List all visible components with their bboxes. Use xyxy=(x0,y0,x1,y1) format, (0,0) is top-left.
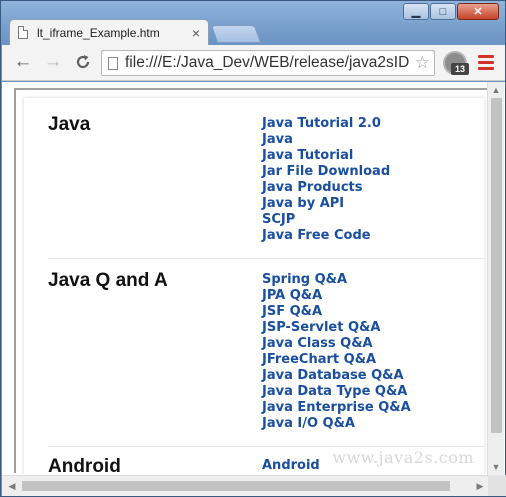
back-button[interactable]: ← xyxy=(12,51,34,73)
reload-button[interactable] xyxy=(72,51,94,73)
link-item[interactable]: Spring Q&A xyxy=(262,272,411,288)
document-icon xyxy=(18,26,28,39)
link-item[interactable]: Java Class Q&A xyxy=(262,336,411,352)
browser-toolbar: ← → file:///E:/Java_Dev/WEB/release/java… xyxy=(2,45,505,81)
section-heading: Android xyxy=(48,456,121,473)
window-controls: ▁ □ ✕ xyxy=(402,3,499,20)
maximize-button[interactable]: □ xyxy=(430,3,456,20)
new-tab-button[interactable] xyxy=(210,25,262,43)
link-list: Java Tutorial 2.0 Java Java Tutorial Jar… xyxy=(262,116,390,244)
link-item[interactable]: Java Database Q&A xyxy=(262,368,411,384)
horizontal-scroll-thumb[interactable] xyxy=(22,481,450,491)
section-heading: Java xyxy=(48,114,91,135)
link-item[interactable]: Java Enterprise Q&A xyxy=(262,400,411,416)
link-item[interactable]: Java Tutorial 2.0 xyxy=(262,116,390,132)
link-item[interactable]: Java Tutorial xyxy=(262,148,390,164)
link-item[interactable]: Java Products xyxy=(262,180,390,196)
browser-window: ▁ □ ✕ lt_iframe_Example.htm × ← → file:/… xyxy=(0,0,506,497)
reload-icon xyxy=(76,55,90,69)
tab-title: lt_iframe_Example.htm xyxy=(37,25,160,40)
link-item[interactable]: JPA Q&A xyxy=(262,288,411,304)
scrollbar-corner xyxy=(488,475,506,496)
watermark: www.java2s.com xyxy=(332,448,474,467)
vertical-scrollbar[interactable]: ▲ ▼ xyxy=(487,82,504,475)
iframe: Java Java Tutorial 2.0 Java Java Tutoria… xyxy=(14,88,488,473)
link-item[interactable]: JSP-Servlet Q&A xyxy=(262,320,411,336)
link-item[interactable]: Android xyxy=(262,458,320,473)
vertical-scroll-thumb[interactable] xyxy=(491,98,502,433)
link-item[interactable]: JSF Q&A xyxy=(262,304,411,320)
tab-strip: lt_iframe_Example.htm × xyxy=(9,19,309,45)
scroll-right-icon[interactable]: ▶ xyxy=(472,476,488,496)
link-item[interactable]: JFreeChart Q&A xyxy=(262,352,411,368)
address-bar[interactable]: file:///E:/Java_Dev/WEB/release/java2sID… xyxy=(101,50,435,76)
link-item[interactable]: Java I/O Q&A xyxy=(262,416,411,432)
link-item[interactable]: Java Data Type Q&A xyxy=(262,384,411,400)
divider xyxy=(48,258,484,259)
scroll-down-icon[interactable]: ▼ xyxy=(488,459,504,475)
extension-badge: 13 xyxy=(451,63,469,75)
divider xyxy=(48,446,484,447)
link-item[interactable]: Java xyxy=(262,132,390,148)
bookmark-star-icon[interactable]: ☆ xyxy=(411,53,434,73)
section-heading: Java Q and A xyxy=(48,270,168,291)
close-window-button[interactable]: ✕ xyxy=(457,3,499,20)
tab-active[interactable]: lt_iframe_Example.htm × xyxy=(9,19,209,45)
link-item[interactable]: Java by API xyxy=(262,196,390,212)
link-list: Android xyxy=(262,458,320,473)
page-icon xyxy=(108,56,118,70)
scroll-up-icon[interactable]: ▲ xyxy=(488,82,504,98)
minimize-button[interactable]: ▁ xyxy=(403,3,429,20)
scroll-left-icon[interactable]: ◀ xyxy=(4,476,20,496)
page-viewport: Java Java Tutorial 2.0 Java Java Tutoria… xyxy=(2,82,505,475)
menu-icon[interactable] xyxy=(478,55,494,73)
tab-close-icon[interactable]: × xyxy=(192,25,200,41)
horizontal-scrollbar[interactable]: ◀ ▶ xyxy=(2,475,488,496)
link-item[interactable]: SCJP xyxy=(262,212,390,228)
forward-button[interactable]: → xyxy=(42,51,64,73)
link-item[interactable]: Java Free Code xyxy=(262,228,390,244)
iframe-content: Java Java Tutorial 2.0 Java Java Tutoria… xyxy=(24,98,484,473)
link-item[interactable]: Jar File Download xyxy=(262,164,390,180)
url-text[interactable]: file:///E:/Java_Dev/WEB/release/java2sID xyxy=(125,54,411,72)
link-list: Spring Q&A JPA Q&A JSF Q&A JSP-Servlet Q… xyxy=(262,272,411,432)
